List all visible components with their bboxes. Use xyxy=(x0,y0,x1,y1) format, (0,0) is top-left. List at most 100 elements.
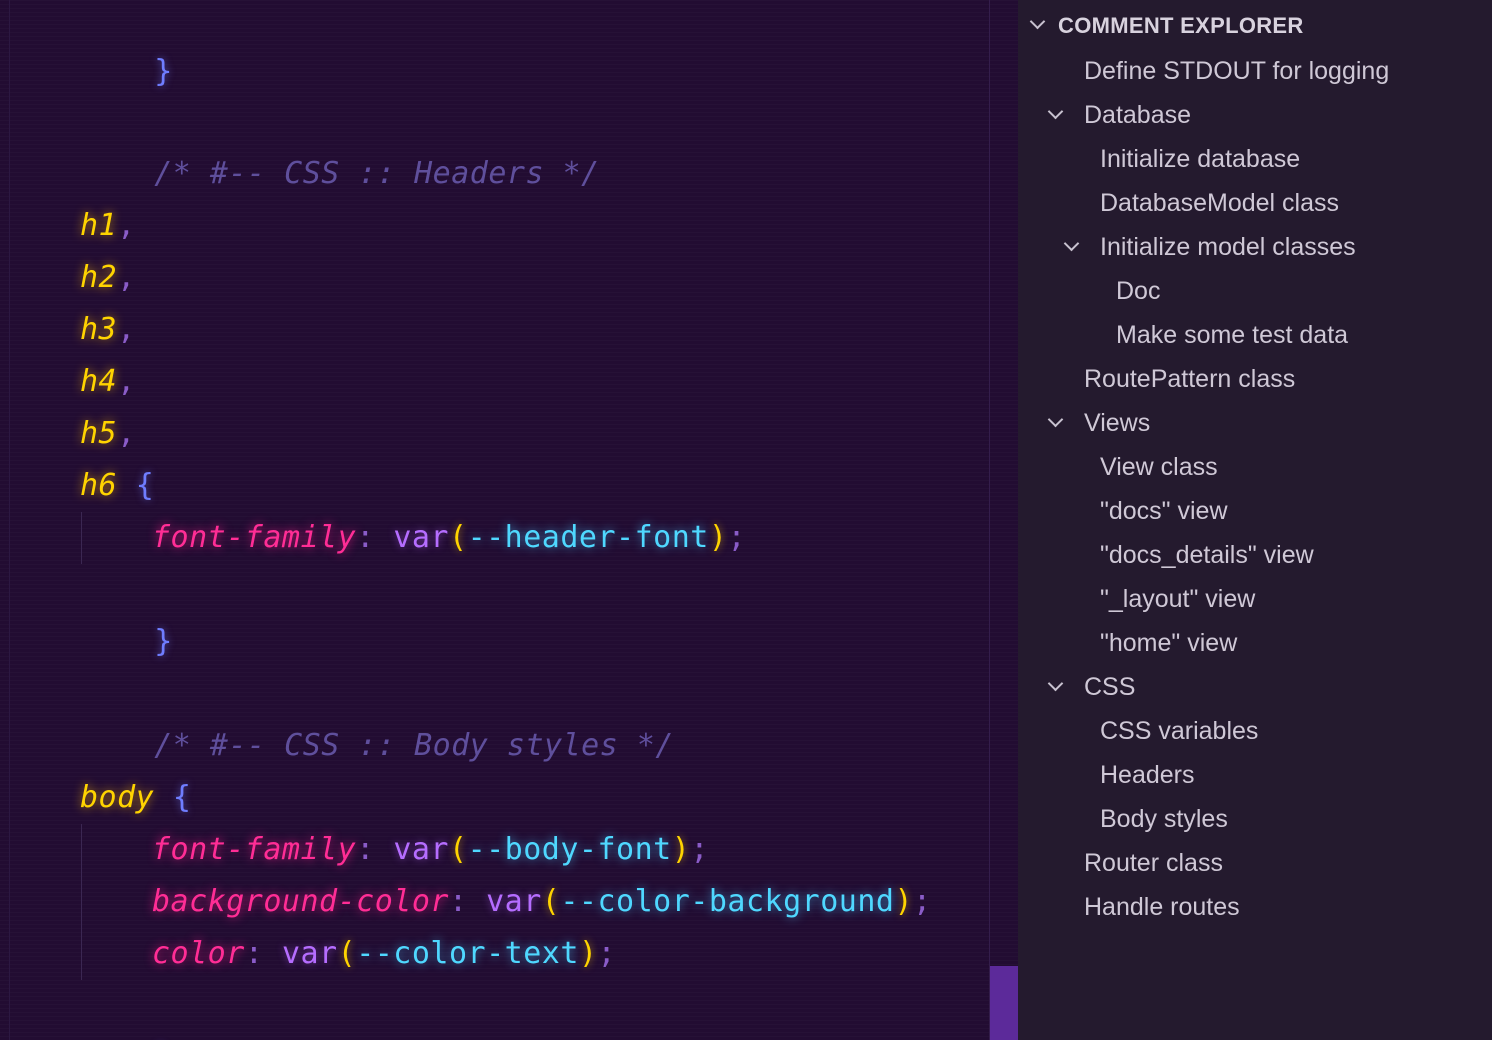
paren-open: ( xyxy=(449,832,468,867)
code-line: h3, xyxy=(80,304,136,356)
paren-close: ) xyxy=(708,520,728,555)
property-font-family: font-family xyxy=(152,832,357,867)
selector-h6: h6 xyxy=(80,468,118,503)
chevron-down-icon[interactable] xyxy=(1063,235,1080,252)
chevron-down-icon[interactable] xyxy=(1047,675,1064,692)
colon: : xyxy=(448,884,468,919)
tree-item-label: Initialize model classes xyxy=(1100,233,1356,261)
variable-color-background: --color-background xyxy=(560,884,895,919)
code-editor[interactable]: } /* #-- CSS :: Headers */ h1, h2, h3, h… xyxy=(0,0,1018,1040)
tree-item[interactable]: Define STDOUT for logging xyxy=(1084,49,1389,93)
tree-item[interactable]: Handle routes xyxy=(1084,885,1240,929)
code-line: } xyxy=(80,564,173,659)
semicolon: ; xyxy=(913,884,932,919)
panel-title: COMMENT EXPLORER xyxy=(1058,13,1304,38)
comment-text: /* #-- CSS :: Headers */ xyxy=(154,156,600,191)
tree-item-label: Router class xyxy=(1084,849,1223,877)
code-line: h6 { xyxy=(80,460,154,512)
colon: : xyxy=(244,936,264,971)
tree-item-views[interactable]: Views xyxy=(1084,401,1150,445)
tree-item-label: "home" view xyxy=(1100,629,1238,657)
comma: , xyxy=(117,312,136,347)
colon: : xyxy=(356,520,375,555)
tree-item-label: Headers xyxy=(1100,761,1195,789)
tree-item[interactable]: Router class xyxy=(1084,841,1223,885)
tree-item[interactable]: "_layout" view xyxy=(1100,577,1255,621)
tree-item[interactable]: "docs_details" view xyxy=(1100,533,1314,577)
tree-item[interactable]: DatabaseModel class xyxy=(1100,181,1339,225)
tree-item[interactable]: Make some test data xyxy=(1116,313,1348,357)
tree-item-database[interactable]: Database xyxy=(1084,93,1191,137)
tree-item-label: CSS xyxy=(1084,673,1136,701)
code-line: h5, xyxy=(80,408,136,460)
colon: : xyxy=(356,832,375,867)
code-line-comment-headers: /* #-- CSS :: Headers */ xyxy=(80,96,600,191)
closing-brace: } xyxy=(154,624,173,659)
paren-open: ( xyxy=(449,520,468,555)
code-line: h4, xyxy=(80,356,136,408)
semicolon: ; xyxy=(597,936,617,971)
tree-item[interactable]: CSS variables xyxy=(1100,709,1258,753)
code-line: font-family: var(--body-font); xyxy=(80,824,709,876)
code-line: color: var(--color-text); xyxy=(80,928,616,980)
chevron-down-icon[interactable] xyxy=(1047,103,1064,120)
tree-item-label: View class xyxy=(1100,453,1218,481)
tree-item-label: CSS variables xyxy=(1100,717,1259,745)
tree-item[interactable]: Initialize database xyxy=(1100,137,1300,181)
tree-item[interactable]: "docs" view xyxy=(1100,489,1228,533)
tree-item[interactable]: RoutePattern class xyxy=(1084,357,1295,401)
tree-item[interactable]: "home" view xyxy=(1100,621,1237,665)
tree-item-label: Handle routes xyxy=(1084,893,1240,921)
paren-close: ) xyxy=(578,936,598,971)
keyword-var: var xyxy=(393,832,449,867)
tree-item-css[interactable]: CSS xyxy=(1084,665,1135,709)
tree-item-label: Initialize database xyxy=(1100,145,1301,173)
code-line: font-family: var(--header-font); xyxy=(80,512,746,564)
tree-item-label: Define STDOUT for logging xyxy=(1084,57,1390,85)
tree-item-label: Views xyxy=(1084,409,1151,437)
selector-h2: h2 xyxy=(80,260,118,295)
code-line: body { xyxy=(80,772,191,824)
gutter-edge xyxy=(9,0,10,1040)
code-line-comment-body: /* #-- CSS :: Body styles */ xyxy=(80,668,674,763)
paren-open: ( xyxy=(337,936,357,971)
code-line: } xyxy=(80,0,173,89)
tree-item-label: RoutePattern class xyxy=(1084,365,1296,393)
tree-item-label: "docs" view xyxy=(1100,497,1228,525)
tree-item-label: Body styles xyxy=(1100,805,1228,833)
comment-text: /* #-- CSS :: Body styles */ xyxy=(154,728,674,763)
code-line: h1, xyxy=(80,200,136,252)
tree-item[interactable]: Doc xyxy=(1116,269,1160,313)
tree-item-label: Doc xyxy=(1116,277,1161,305)
scrollbar-thumb[interactable] xyxy=(990,966,1018,1040)
property-font-family: font-family xyxy=(152,520,357,555)
variable-header-font: --header-font xyxy=(467,520,709,555)
tree-item[interactable]: Body styles xyxy=(1100,797,1228,841)
tree-item-label: DatabaseModel class xyxy=(1100,189,1340,217)
editor-ruler xyxy=(989,0,990,1040)
selector-body: body xyxy=(80,780,155,815)
tree-item[interactable]: Headers xyxy=(1100,753,1195,797)
keyword-var: var xyxy=(393,520,449,555)
paren-close: ) xyxy=(894,884,914,919)
selector-h4: h4 xyxy=(80,364,118,399)
code-line: } xyxy=(80,980,173,1032)
comment-explorer-header[interactable]: COMMENT EXPLORER xyxy=(1018,4,1492,48)
variable-color-text: --color-text xyxy=(356,936,579,971)
chevron-down-icon[interactable] xyxy=(1029,13,1046,30)
property-background-color: background-color xyxy=(152,884,449,919)
opening-brace: { xyxy=(135,468,155,503)
tree-item-initialize-model-classes[interactable]: Initialize model classes xyxy=(1100,225,1356,269)
tree-item[interactable]: View class xyxy=(1100,445,1218,489)
paren-close: ) xyxy=(671,832,691,867)
comma: , xyxy=(117,208,136,243)
property-color: color xyxy=(152,936,245,971)
variable-body-font: --body-font xyxy=(467,832,672,867)
comma: , xyxy=(117,260,136,295)
comma: , xyxy=(117,416,136,451)
closing-brace: } xyxy=(154,54,173,89)
tree-item-label: "_layout" view xyxy=(1100,585,1256,613)
comma: , xyxy=(117,364,136,399)
selector-h1: h1 xyxy=(80,208,118,243)
chevron-down-icon[interactable] xyxy=(1047,411,1064,428)
